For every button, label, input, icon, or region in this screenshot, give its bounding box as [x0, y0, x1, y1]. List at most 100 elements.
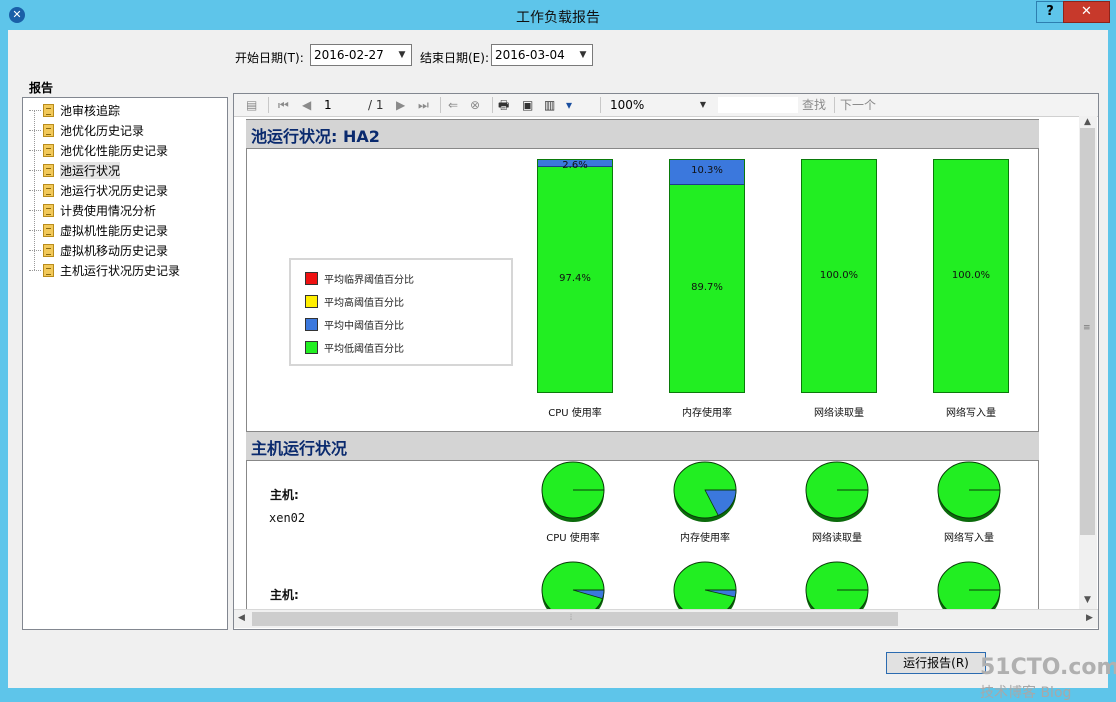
previous-page-icon[interactable]: ◀ — [302, 98, 311, 112]
tree-connector — [29, 109, 41, 111]
tree-item[interactable]: 计费使用情况分析 — [29, 201, 156, 219]
pool-section-header: 池运行状况: HA2 — [246, 119, 1039, 149]
tree-item[interactable]: 虚拟机性能历史记录 — [29, 221, 168, 239]
find-input[interactable] — [718, 97, 798, 113]
back-icon[interactable]: ⇐ — [448, 98, 458, 112]
category-label: CPU 使用率 — [548, 408, 602, 419]
scroll-down-icon[interactable]: ▼ — [1084, 595, 1091, 605]
category-label: 网络写入量 — [946, 408, 996, 419]
save-icon[interactable]: ▾ — [566, 98, 572, 112]
pie-slice-low — [541, 561, 605, 609]
tree-connector — [29, 209, 41, 211]
tree-item-label: 池优化性能历史记录 — [60, 143, 169, 158]
find-next-link[interactable]: 下一个 — [840, 98, 876, 112]
tree-item-label: 虚拟机移动历史记录 — [60, 243, 169, 258]
pie-slice-low — [805, 561, 869, 609]
zoom-select[interactable]: 100% ▼ — [610, 96, 710, 114]
end-date-picker[interactable]: 2016-03-04 ▼ — [491, 44, 593, 66]
host-section-title: 主机运行状况 — [251, 439, 348, 458]
report-tree[interactable]: 池审核追踪池优化历史记录池优化性能历史记录池运行状况池运行状况历史记录计费使用情… — [22, 97, 228, 630]
next-page-icon[interactable]: ▶ — [396, 98, 405, 112]
pool-title: 池运行状况: HA2 — [251, 127, 380, 146]
end-date-value: 2016-03-04 — [495, 48, 565, 62]
zoom-value: 100% — [610, 98, 645, 112]
category-label: 内存使用率 — [682, 408, 732, 419]
category-label: 网络写入量 — [944, 533, 994, 544]
host-pie-chart — [937, 561, 1001, 609]
category-label: 内存使用率 — [680, 533, 730, 544]
horizontal-scroll-thumb[interactable] — [252, 612, 898, 626]
start-date-value: 2016-02-27 — [314, 48, 384, 62]
category-label: CPU 使用率 — [546, 533, 600, 544]
legend-entry: 平均低阈值百分比 — [305, 339, 404, 355]
legend-entry: 平均中阈值百分比 — [305, 316, 404, 332]
find-link[interactable]: 查找 — [802, 98, 826, 112]
tree-item[interactable]: 池审核追踪 — [29, 101, 120, 119]
first-page-icon[interactable]: ⏮ — [278, 98, 289, 112]
tree-connector — [29, 269, 41, 271]
window-title: 工作负载报告 — [516, 10, 600, 26]
legend-label: 平均中阈值百分比 — [324, 320, 404, 332]
tree-item-label: 池优化历史记录 — [60, 123, 145, 138]
page-number-input[interactable]: 1 — [324, 96, 360, 114]
tree-connector — [29, 249, 41, 251]
report-document-icon — [43, 123, 54, 137]
print-icon[interactable]: 🖶 — [498, 98, 509, 112]
report-page: 池运行状况: HA2 平均临界阈值百分比 平均高阈值百分比 平均中阈值百分比 平均低阈… — [246, 119, 1039, 609]
tree-item[interactable]: 池优化性能历史记录 — [29, 141, 168, 159]
horizontal-scrollbar[interactable]: ◀ ⦙ ▶ — [234, 609, 1098, 628]
tree-item[interactable]: 主机运行状况历史记录 — [29, 261, 180, 279]
tree-connector — [29, 229, 41, 231]
grip-icon: ≡ — [1083, 323, 1091, 333]
toolbar-separator — [600, 97, 601, 113]
legend-entry: 平均临界阈值百分比 — [305, 270, 414, 286]
host-label: 主机: — [270, 588, 299, 602]
tree-item[interactable]: 池优化历史记录 — [29, 121, 144, 139]
legend-label: 平均低阈值百分比 — [324, 343, 404, 355]
chevron-down-icon[interactable]: ▼ — [576, 45, 590, 65]
vertical-scrollbar[interactable]: ▲ ≡ ▼ — [1079, 116, 1097, 609]
pie-slice-low — [673, 561, 737, 609]
legend-label: 平均高阈值百分比 — [324, 297, 404, 309]
tree-item-label: 主机运行状况历史记录 — [60, 263, 181, 278]
document-map-icon[interactable]: ▤ — [246, 98, 257, 112]
tree-connector — [29, 129, 41, 131]
scroll-up-icon[interactable]: ▲ — [1084, 117, 1091, 127]
page-setup-icon[interactable]: ▥ — [544, 98, 555, 112]
tree-item[interactable]: 虚拟机移动历史记录 — [29, 241, 168, 259]
chart-bar: 2.6% 97.4% — [537, 159, 613, 393]
toolbar-separator — [834, 97, 835, 113]
help-button[interactable]: ? — [1036, 1, 1064, 23]
host-pie-chart — [541, 461, 605, 522]
watermark-sub: 技术博客 Blog — [980, 685, 1072, 701]
tree-item[interactable]: 池运行状况历史记录 — [29, 181, 168, 199]
tree-item-label: 计费使用情况分析 — [60, 203, 157, 218]
data-label: 89.7% — [691, 282, 723, 293]
legend-swatch — [305, 294, 318, 308]
run-report-button[interactable]: 运行报告(R) — [886, 652, 986, 674]
report-document-icon — [43, 183, 54, 197]
close-button[interactable]: ✕ — [1063, 1, 1110, 23]
chart-bar: 10.3% 89.7% — [669, 159, 745, 393]
legend-entry: 平均高阈值百分比 — [305, 293, 404, 309]
end-date-label: 结束日期(E): — [420, 51, 489, 65]
report-document-icon — [43, 143, 54, 157]
start-date-picker[interactable]: 2016-02-27 ▼ — [310, 44, 412, 66]
title-bar: ✕ 工作负载报告 ? ✕ — [0, 0, 1116, 30]
host-pie-chart — [541, 561, 605, 609]
chevron-down-icon[interactable]: ▼ — [395, 45, 409, 65]
print-layout-icon[interactable]: ▣ — [522, 98, 533, 112]
tree-item[interactable]: 池运行状况 — [29, 161, 121, 179]
chevron-down-icon[interactable]: ▼ — [700, 96, 706, 114]
legend-label: 平均临界阈值百分比 — [324, 274, 414, 286]
host-name: xen02 — [269, 511, 306, 525]
scroll-right-icon[interactable]: ▶ — [1086, 613, 1093, 623]
legend-swatch — [305, 317, 318, 331]
watermark: 51CTO.com — [980, 655, 1116, 680]
host-pie-chart — [805, 561, 869, 609]
data-label: 100.0% — [951, 270, 991, 281]
tree-connector — [29, 149, 41, 151]
last-page-icon[interactable]: ⏭ — [418, 98, 429, 112]
scroll-left-icon[interactable]: ◀ — [238, 613, 245, 623]
stop-icon[interactable]: ⊗ — [470, 98, 480, 112]
